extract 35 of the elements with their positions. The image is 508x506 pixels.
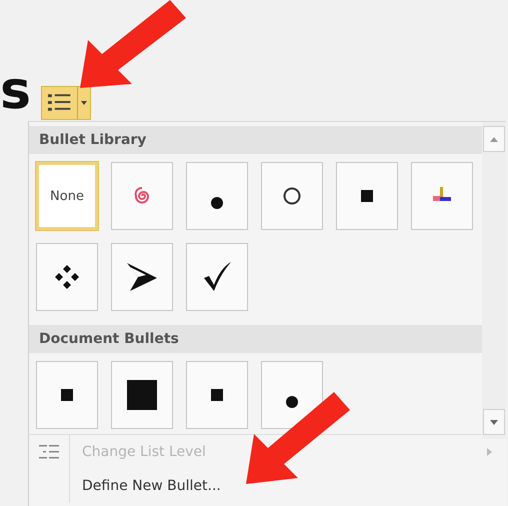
down-arrow-icon: [490, 420, 498, 424]
bullet-option[interactable]: [261, 162, 323, 230]
scroll-down-button[interactable]: [483, 409, 505, 435]
square-icon: [61, 389, 73, 401]
bullet-option[interactable]: None: [36, 162, 98, 230]
menu-item[interactable]: Define New Bullet...: [29, 469, 506, 503]
bullet-option[interactable]: [36, 243, 98, 311]
circle-icon: [283, 187, 301, 205]
bullet-option[interactable]: [111, 361, 173, 429]
square-icon: [211, 389, 223, 401]
square-icon: [361, 190, 373, 202]
dropdown-arrow-icon: [81, 101, 88, 105]
bullet-option[interactable]: [36, 361, 98, 429]
diamonds-icon: [54, 264, 80, 290]
submenu-arrow-icon: [487, 448, 492, 456]
list-level-icon: [39, 444, 59, 460]
bullet-option[interactable]: [261, 361, 323, 429]
bullet-option[interactable]: [186, 361, 248, 429]
bulleted-list-icon: [46, 92, 72, 114]
document-text: s: [0, 65, 31, 117]
check-icon: [202, 262, 232, 292]
section-header: Document Bullets: [29, 325, 482, 353]
up-arrow-icon: [490, 136, 498, 142]
dot-icon: [210, 196, 224, 210]
scroll-up-button[interactable]: [483, 126, 505, 152]
section-header: Bullet Library: [29, 126, 482, 154]
bullet-option[interactable]: [336, 162, 398, 230]
bullet-option[interactable]: [186, 162, 248, 230]
dot-icon: [285, 395, 299, 409]
bullet-option[interactable]: [111, 243, 173, 311]
bullet-option[interactable]: [186, 243, 248, 311]
spiral-icon: [134, 186, 150, 206]
arrowhead-icon: [126, 262, 158, 292]
square-icon: [127, 380, 157, 410]
bullets-button[interactable]: [40, 86, 91, 120]
